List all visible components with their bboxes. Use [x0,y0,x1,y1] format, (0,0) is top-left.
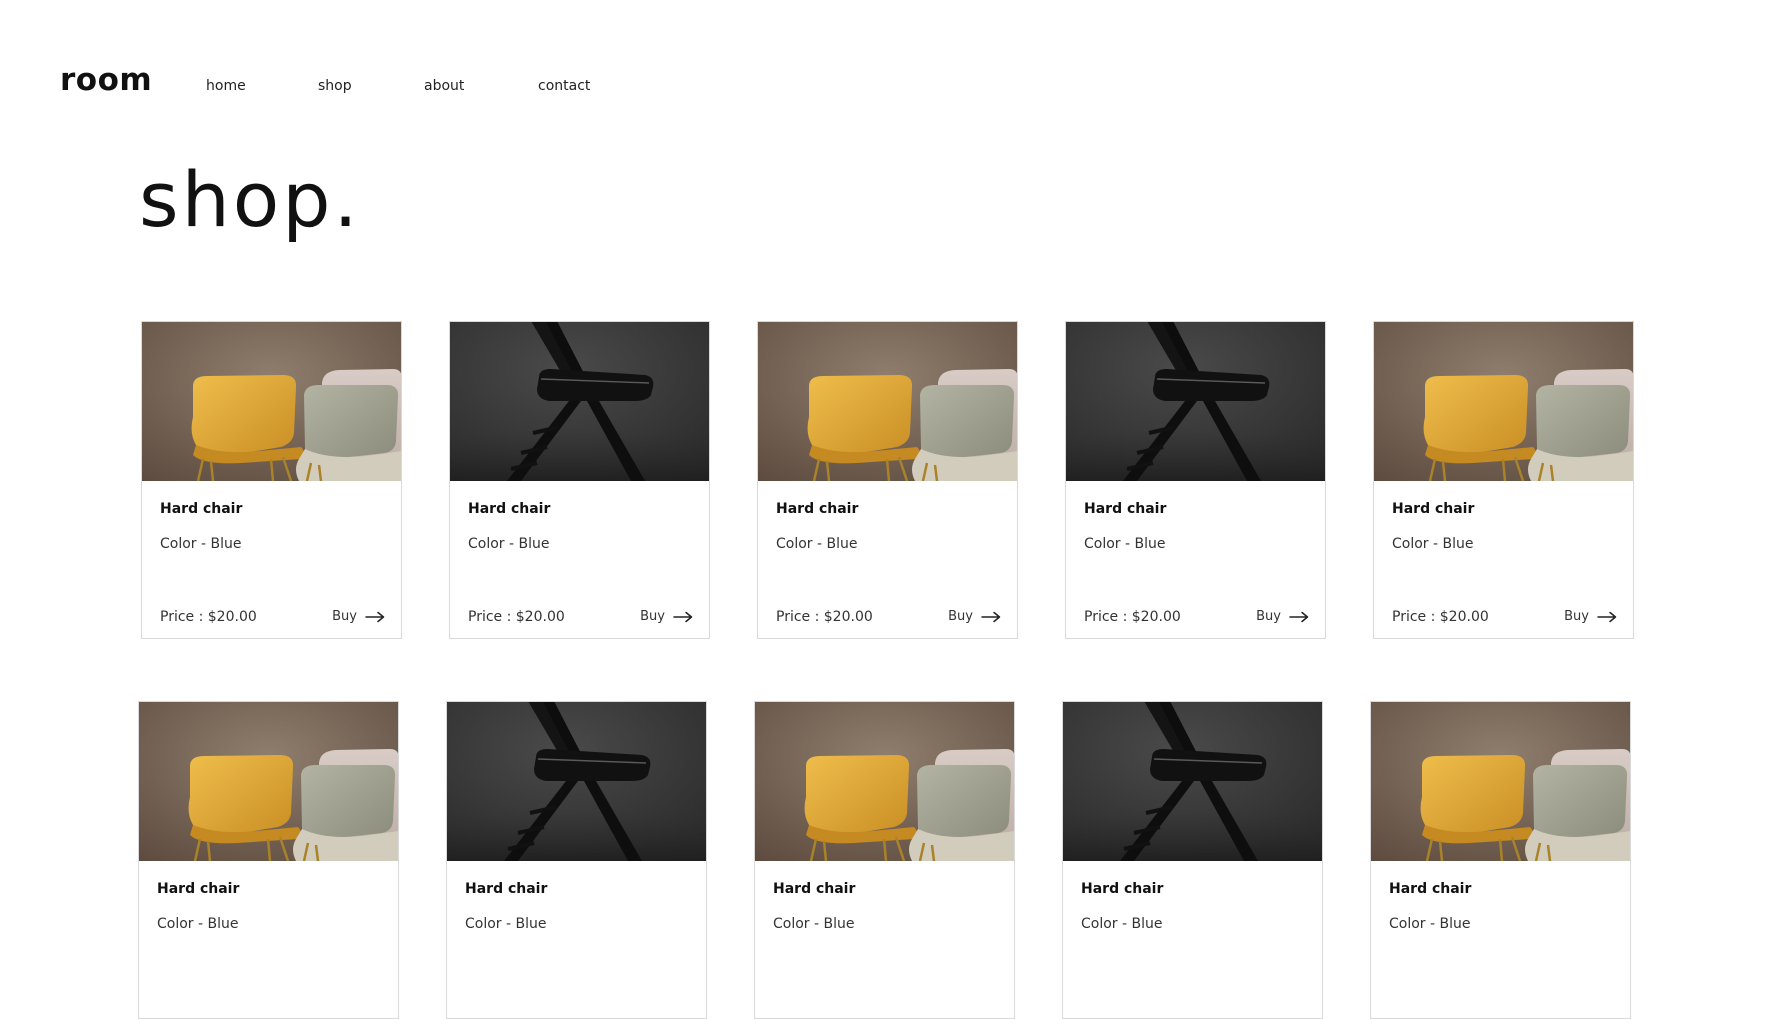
nav-link-about[interactable]: about [424,76,464,96]
product-title: Hard chair [1084,501,1167,517]
yellow-and-grey-chairs-photo [1373,321,1634,481]
product-title: Hard chair [1392,501,1475,517]
page-title: shop. [139,155,361,244]
product-card[interactable]: Hard chair Color - Blue [754,701,1015,1019]
buy-label: Buy [1564,609,1589,624]
buy-button[interactable]: Buy [1564,608,1617,626]
product-color: Color - Blue [157,916,239,932]
product-price: Price : $20.00 [1084,609,1181,625]
product-title: Hard chair [157,881,240,897]
yellow-and-grey-chairs-photo [757,321,1018,481]
product-color: Color - Blue [1392,536,1474,552]
product-color: Color - Blue [465,916,547,932]
buy-label: Buy [1256,609,1281,624]
product-card[interactable]: Hard chair Color - Blue Price : $20.00 B… [141,321,402,639]
arrow-right-icon [981,611,1001,623]
nav-link-contact[interactable]: contact [538,76,590,96]
yellow-and-grey-chairs-photo [141,321,402,481]
product-card[interactable]: Hard chair Color - Blue Price : $20.00 B… [1065,321,1326,639]
product-color: Color - Blue [1389,916,1471,932]
site-logo[interactable]: room [60,60,152,100]
black-folding-chair-photo [1065,321,1326,481]
arrow-right-icon [1289,611,1309,623]
buy-label: Buy [948,609,973,624]
product-color: Color - Blue [1084,536,1166,552]
yellow-and-grey-chairs-photo [1370,701,1631,861]
product-title: Hard chair [465,881,548,897]
arrow-right-icon [1597,611,1617,623]
product-card[interactable]: Hard chair Color - Blue [446,701,707,1019]
black-folding-chair-photo [446,701,707,861]
product-card[interactable]: Hard chair Color - Blue Price : $20.00 B… [757,321,1018,639]
product-color: Color - Blue [468,536,550,552]
product-card[interactable]: Hard chair Color - Blue [138,701,399,1019]
arrow-right-icon [365,611,385,623]
product-card[interactable]: Hard chair Color - Blue [1062,701,1323,1019]
product-price: Price : $20.00 [1392,609,1489,625]
product-card[interactable]: Hard chair Color - Blue Price : $20.00 B… [1373,321,1634,639]
product-title: Hard chair [468,501,551,517]
nav-link-shop[interactable]: shop [318,76,352,96]
buy-button[interactable]: Buy [1256,608,1309,626]
product-title: Hard chair [1389,881,1472,897]
buy-button[interactable]: Buy [640,608,693,626]
yellow-and-grey-chairs-photo [138,701,399,861]
black-folding-chair-photo [1062,701,1323,861]
product-price: Price : $20.00 [160,609,257,625]
product-card[interactable]: Hard chair Color - Blue Price : $20.00 B… [449,321,710,639]
yellow-and-grey-chairs-photo [754,701,1015,861]
product-title: Hard chair [776,501,859,517]
nav-link-home[interactable]: home [206,76,246,96]
buy-label: Buy [332,609,357,624]
product-title: Hard chair [1081,881,1164,897]
arrow-right-icon [673,611,693,623]
product-title: Hard chair [773,881,856,897]
product-price: Price : $20.00 [776,609,873,625]
product-color: Color - Blue [773,916,855,932]
product-color: Color - Blue [776,536,858,552]
product-title: Hard chair [160,501,243,517]
product-color: Color - Blue [160,536,242,552]
buy-button[interactable]: Buy [948,608,1001,626]
buy-label: Buy [640,609,665,624]
buy-button[interactable]: Buy [332,608,385,626]
product-price: Price : $20.00 [468,609,565,625]
black-folding-chair-photo [449,321,710,481]
product-color: Color - Blue [1081,916,1163,932]
product-card[interactable]: Hard chair Color - Blue [1370,701,1631,1019]
